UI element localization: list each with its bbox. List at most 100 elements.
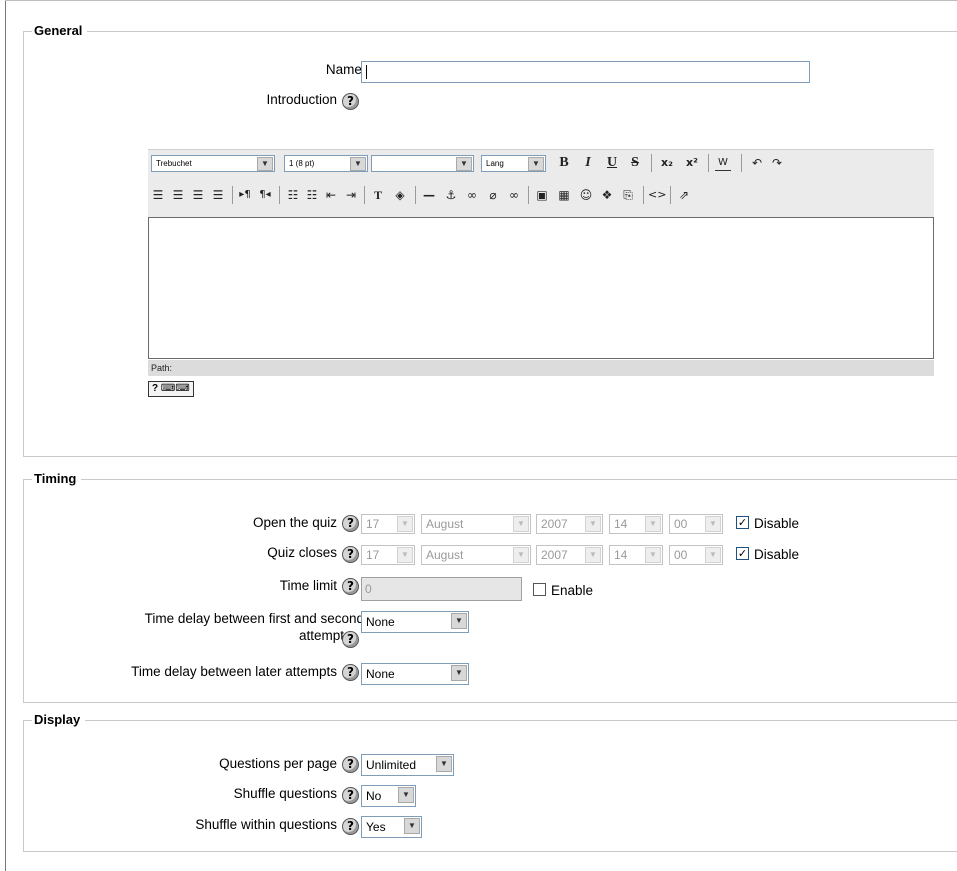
align-center-icon[interactable]: ☰	[170, 187, 186, 203]
chevron-down-icon: ▼	[404, 818, 420, 834]
chevron-down-icon: ▼	[528, 157, 544, 171]
shuffle-within-select[interactable]: Yes ▼	[361, 816, 422, 838]
toolbar-separator	[708, 154, 709, 172]
help-icon[interactable]: ?	[342, 93, 359, 110]
shuffle-questions-select[interactable]: No ▼	[361, 785, 416, 807]
introduction-editor[interactable]	[148, 217, 934, 359]
toolbar-separator	[279, 186, 280, 204]
html-source-icon[interactable]: <>	[648, 187, 666, 203]
strikethrough-icon[interactable]: S	[627, 155, 643, 171]
text-caret	[366, 65, 367, 79]
redo-icon[interactable]: ↷	[769, 155, 785, 171]
background-color-icon[interactable]: ◈	[392, 187, 408, 203]
open-disable-label: Disable	[754, 516, 800, 531]
help-icon[interactable]: ?	[342, 546, 359, 563]
image-icon[interactable]: ▣	[534, 187, 550, 203]
timing-fieldset: Timing Open the quiz ? 17 ▼ August ▼ 2007 ▼…	[23, 471, 957, 703]
chevron-down-icon: ▼	[436, 756, 452, 772]
unordered-list-icon[interactable]: ☷	[304, 187, 320, 203]
anchor-icon[interactable]: ⚓	[443, 187, 459, 203]
questions-per-page-select[interactable]: Unlimited ▼	[361, 754, 454, 776]
help-icon[interactable]: ?	[342, 631, 359, 648]
display-fieldset: Display Questions per page ? Unlimited ▼ …	[23, 712, 957, 852]
chevron-down-icon: ▼	[585, 547, 601, 563]
unlink-icon[interactable]: ⌀	[485, 187, 501, 203]
introduction-label: Introduction	[266, 92, 337, 107]
italic-icon[interactable]: I	[580, 155, 596, 171]
display-legend: Display	[32, 712, 86, 728]
chevron-down-icon: ▼	[513, 516, 529, 532]
close-disable-checkbox[interactable]: ✓	[736, 547, 749, 560]
help-icon[interactable]: ?	[342, 787, 359, 804]
editor-path-bar: Path:	[148, 360, 934, 376]
close-day-select: 17 ▼	[361, 545, 415, 565]
justify-icon[interactable]: ☰	[210, 187, 226, 203]
keyboard-icon: ⌨⌨	[160, 383, 190, 394]
language-select[interactable]: Lang ▼	[481, 155, 546, 172]
toolbar-separator	[643, 186, 644, 204]
ltr-icon[interactable]: ▸¶	[237, 187, 253, 203]
help-icon[interactable]: ?	[342, 578, 359, 595]
rtl-icon[interactable]: ¶◂	[257, 187, 273, 203]
superscript-icon[interactable]: x²	[684, 155, 700, 171]
general-fieldset: General Name* Introduction ? Trebuchet ▼…	[23, 23, 957, 457]
window-top-border	[5, 0, 957, 1]
link-icon[interactable]: ∞	[464, 187, 480, 203]
font-family-select[interactable]: Trebuchet ▼	[151, 155, 275, 172]
outdent-icon[interactable]: ⇤	[323, 187, 339, 203]
font-size-select[interactable]: 1 (8 pt) ▼	[284, 155, 368, 172]
close-minute-select: 00 ▼	[669, 545, 723, 565]
align-left-icon[interactable]: ☰	[150, 187, 166, 203]
chevron-down-icon: ▼	[350, 157, 366, 171]
chevron-down-icon: ▼	[513, 547, 529, 563]
general-legend: General	[32, 23, 88, 39]
help-icon[interactable]: ?	[342, 818, 359, 835]
smiley-icon[interactable]: ☺	[578, 187, 594, 203]
open-day-select: 17 ▼	[361, 514, 415, 534]
format-select[interactable]: ▼	[371, 155, 474, 172]
window-left-border	[5, 0, 6, 871]
indent-icon[interactable]: ⇥	[343, 187, 359, 203]
toolbar-separator	[364, 186, 365, 204]
help-icon[interactable]: ?	[342, 756, 359, 773]
underline-icon[interactable]: U	[604, 155, 620, 171]
toolbar-separator	[415, 186, 416, 204]
time-limit-input: 0	[361, 577, 522, 601]
quiz-closes-label: Quiz closes	[267, 545, 337, 560]
chevron-down-icon: ▼	[705, 547, 721, 563]
special-char-icon[interactable]: ❖	[599, 187, 615, 203]
search-replace-icon[interactable]: ⎘	[620, 187, 636, 203]
shuffle-questions-label: Shuffle questions	[233, 786, 337, 801]
chevron-down-icon: ▼	[451, 613, 467, 629]
bold-icon[interactable]: B	[556, 155, 572, 171]
chevron-down-icon: ▼	[397, 547, 413, 563]
open-month-select: August ▼	[421, 514, 531, 534]
nolink-icon[interactable]: ∞	[506, 187, 522, 203]
close-month-select: August ▼	[421, 545, 531, 565]
align-right-icon[interactable]: ☰	[190, 187, 206, 203]
chevron-down-icon: ▼	[398, 787, 414, 803]
subscript-icon[interactable]: x₂	[659, 155, 675, 171]
close-year-select: 2007 ▼	[536, 545, 603, 565]
fullscreen-icon[interactable]: ⇗	[676, 187, 692, 203]
undo-icon[interactable]: ↶	[749, 155, 765, 171]
chevron-down-icon: ▼	[585, 516, 601, 532]
open-disable-checkbox[interactable]: ✓	[736, 516, 749, 529]
help-icon[interactable]: ?	[342, 515, 359, 532]
table-icon[interactable]: ▦	[556, 187, 572, 203]
ordered-list-icon[interactable]: ☷	[285, 187, 301, 203]
delay-first-second-label: Time delay between first and second atte…	[144, 611, 364, 643]
horizontal-rule-icon[interactable]: —	[421, 187, 437, 203]
editor-toolbar: Trebuchet ▼ 1 (8 pt) ▼ ▼ Lang ▼ B I U S …	[148, 149, 934, 217]
delay-later-select[interactable]: None ▼	[361, 663, 469, 685]
close-hour-select: 14 ▼	[609, 545, 663, 565]
paste-word-icon[interactable]: W	[715, 155, 731, 171]
help-icon[interactable]: ?	[342, 664, 359, 681]
name-input[interactable]	[361, 61, 810, 83]
text-color-icon[interactable]: T	[370, 187, 386, 203]
time-limit-label: Time limit	[279, 578, 337, 593]
delay-first-second-select[interactable]: None ▼	[361, 611, 469, 633]
enable-checkbox[interactable]	[533, 583, 546, 596]
keyboard-help-button[interactable]: ? ⌨⌨	[148, 381, 194, 397]
shuffle-within-label: Shuffle within questions	[195, 817, 337, 832]
